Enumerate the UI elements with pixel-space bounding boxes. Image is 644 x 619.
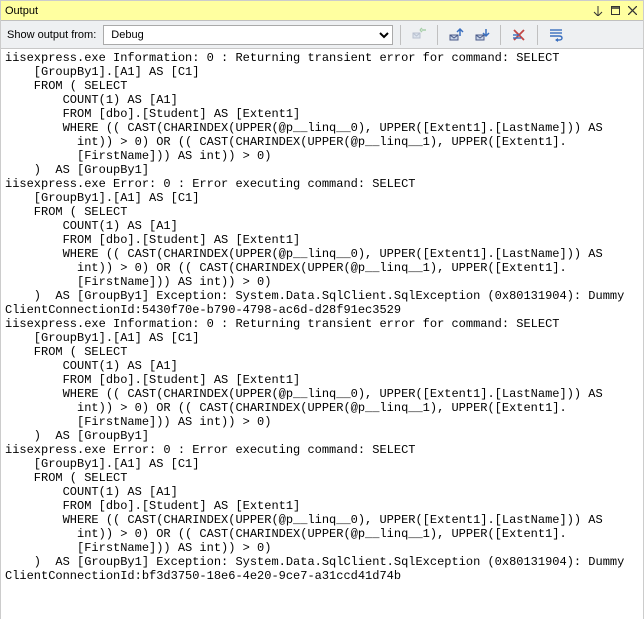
next-message-button[interactable] — [471, 24, 493, 46]
toolbar-separator — [537, 25, 538, 45]
output-text[interactable]: iisexpress.exe Information: 0 : Returnin… — [1, 49, 643, 619]
toolbar-separator — [500, 25, 501, 45]
title-bar: Output — [1, 1, 643, 21]
toolbar-separator — [437, 25, 438, 45]
clear-all-button[interactable] — [508, 24, 530, 46]
close-icon[interactable] — [625, 4, 639, 18]
find-message-button — [408, 24, 430, 46]
title-bar-controls — [591, 4, 639, 18]
output-source-select[interactable]: Debug — [103, 25, 393, 45]
window-position-icon[interactable] — [591, 4, 605, 18]
toggle-wordwrap-button[interactable] — [545, 24, 567, 46]
toolbar-separator — [400, 25, 401, 45]
toolbar: Show output from: Debug — [1, 21, 643, 49]
window-title: Output — [5, 5, 591, 17]
output-source-label: Show output from: — [7, 29, 96, 41]
prev-message-button[interactable] — [445, 24, 467, 46]
maximize-icon[interactable] — [608, 4, 622, 18]
